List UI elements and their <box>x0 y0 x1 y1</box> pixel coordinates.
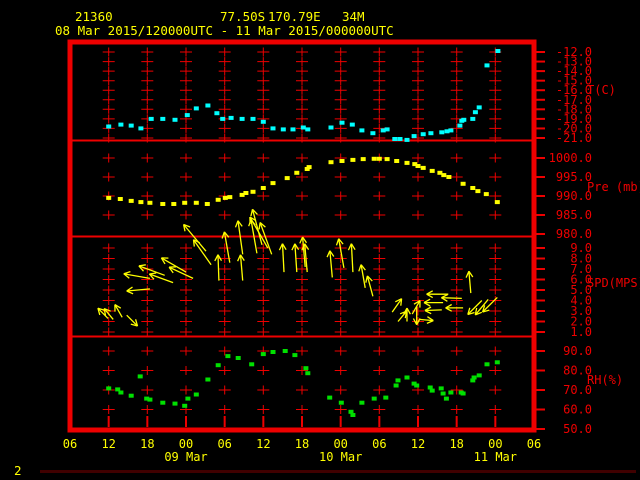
svg-text:12: 12 <box>101 437 115 451</box>
svg-text:60.0: 60.0 <box>563 403 592 417</box>
relative_humidity-unit-label: RH(%) <box>587 373 623 387</box>
temperature-unit-label: T(C) <box>587 83 616 97</box>
svg-text:06: 06 <box>372 437 386 451</box>
svg-text:980.0: 980.0 <box>556 227 592 241</box>
relative_humidity-series <box>106 349 500 417</box>
svg-text:1.0: 1.0 <box>570 325 592 339</box>
svg-text:06: 06 <box>63 437 77 451</box>
temperature-y-axis: -12.0-13.0-14.0-15.0-16.0-17.0-18.0-19.0… <box>532 45 616 145</box>
svg-text:-21.0: -21.0 <box>556 131 592 145</box>
date-label: 11 Mar <box>474 450 517 464</box>
svg-text:50.0: 50.0 <box>563 422 592 436</box>
svg-text:18: 18 <box>140 437 154 451</box>
date-label: 09 Mar <box>164 450 207 464</box>
meteogram-chart: -12.0-13.0-14.0-15.0-16.0-17.0-18.0-19.0… <box>63 39 640 464</box>
time-axis: 06 12 18 00 06 12 18 00 06 12 18 00 06 09 Mar 10 Mar 11… <box>63 416 541 464</box>
svg-text:00: 00 <box>179 437 193 451</box>
svg-text:06: 06 <box>217 437 231 451</box>
pressure-unit-label: Pre (mb) <box>587 180 640 194</box>
svg-text:18: 18 <box>449 437 463 451</box>
svg-text:1000.0: 1000.0 <box>549 151 592 165</box>
wind_speed-unit-label: SPD(MPS) <box>587 276 640 290</box>
relative_humidity-y-axis: 90.080.070.060.050.0RH(%) <box>532 344 623 436</box>
screen-divider-line <box>40 470 636 473</box>
svg-text:00: 00 <box>333 437 347 451</box>
wind-arrows <box>97 208 498 327</box>
date-label: 10 Mar <box>319 450 362 464</box>
svg-text:12: 12 <box>411 437 425 451</box>
pressure-series <box>106 156 500 206</box>
svg-text:06: 06 <box>527 437 541 451</box>
terminal-screen: 21360 77.50S 170.79E 34M 08 Mar 2015/120… <box>0 0 640 480</box>
svg-text:18: 18 <box>295 437 309 451</box>
wind_speed-y-axis: 9.08.07.06.05.04.03.02.01.0SPD(MPS) <box>532 241 640 339</box>
svg-text:90.0: 90.0 <box>563 344 592 358</box>
svg-text:985.0: 985.0 <box>556 208 592 222</box>
svg-text:12: 12 <box>256 437 270 451</box>
footer-count: 2 <box>14 463 22 478</box>
pressure-grid <box>102 153 502 220</box>
svg-text:00: 00 <box>488 437 502 451</box>
pressure-y-axis: 1000.0995.0990.0985.0980.0Pre (mb) <box>532 151 640 241</box>
temperature-series <box>106 49 501 142</box>
